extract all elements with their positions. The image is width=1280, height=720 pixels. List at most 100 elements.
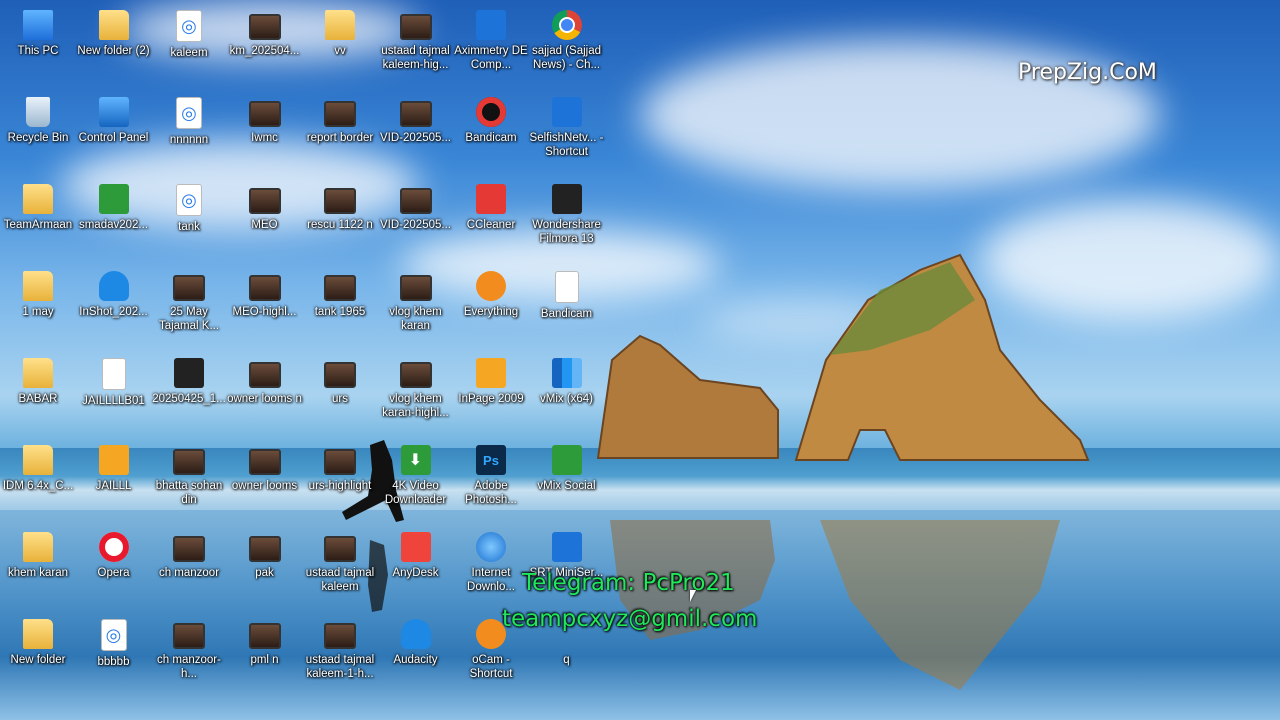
desktop-icon-4k-video[interactable]: ⬇ 4K Video Downloader [378, 439, 454, 507]
desktop-icon-vv[interactable]: vv [302, 4, 378, 58]
desktop-icon-photoshop[interactable]: Ps Adobe Photosh... [453, 439, 529, 507]
desktop-icon-teamarmaan[interactable]: TeamArmaan [0, 178, 76, 232]
desktop-icon-rescu[interactable]: rescu 1122 n [302, 178, 378, 232]
desktop-icon-report-border[interactable]: report border [302, 91, 378, 145]
desktop-icon-audacity[interactable]: Audacity [378, 613, 454, 667]
desktop-icon-babar[interactable]: BABAR [0, 352, 76, 406]
desktop-icon-tank[interactable]: ◎ tank [151, 178, 227, 234]
mouse-cursor-icon [690, 590, 696, 602]
inpage-icon [476, 358, 506, 388]
desktop-icon-recycle-bin[interactable]: Recycle Bin [0, 91, 76, 145]
desktop-icon-ustaad-tajmal-1[interactable]: ustaad tajmal kaleem-1-h... [302, 613, 378, 681]
desktop-icon-label: report border [306, 132, 374, 144]
desktop-icon-label: Recycle Bin [7, 132, 69, 144]
desktop-icon-ch-manzoor[interactable]: ch manzoor [151, 526, 227, 580]
desktop-icon-meo-highl[interactable]: MEO-highl... [227, 265, 303, 319]
desktop-icon-inshot[interactable]: InShot_202... [76, 265, 152, 319]
desktop-icon-vlog-khem[interactable]: vlog khem karan [378, 265, 454, 333]
desktop-icon-pml-n[interactable]: pml n [227, 613, 303, 667]
video-file-icon [173, 623, 205, 649]
anydesk-icon [400, 532, 431, 562]
folder-icon [23, 619, 53, 649]
desktop-icon-ustaad-tajmal[interactable]: ustaad tajmal kaleem-hig... [378, 4, 454, 72]
video-file-icon [324, 101, 356, 127]
desktop-icon-khem-karan[interactable]: khem karan [0, 526, 76, 580]
desktop-icon-this-pc[interactable]: This PC [0, 4, 76, 58]
desktop-icon-25-may[interactable]: 25 May Tajamal K... [151, 265, 227, 333]
desktop-icon-tank-1965[interactable]: tank 1965 [302, 265, 378, 319]
desktop-icon-internet-download[interactable]: Internet Downlo... [453, 526, 529, 594]
desktop-icon-urs[interactable]: urs [302, 352, 378, 406]
desktop-icon-new-folder-2[interactable]: New folder (2) [76, 4, 152, 58]
desktop-icon-jaill[interactable]: JAILLL [76, 439, 152, 493]
desktop-icon-bandicam-file[interactable]: Bandicam [529, 265, 605, 321]
desktop-icon-label: MEO [251, 219, 278, 231]
desktop-icon-aximmetry[interactable]: Aximmetry DE Comp... [453, 4, 529, 72]
desktop-icon-ccleaner[interactable]: CCleaner [453, 178, 529, 232]
desktop-icon-vlog-khem-high[interactable]: vlog khem karan-highl... [378, 352, 454, 420]
ccleaner-icon [476, 184, 506, 214]
desktop-icon-selfishnetv[interactable]: SelfishNetv... - Shortcut [529, 91, 605, 159]
desktop-icon-label: VID-202505... [380, 132, 451, 144]
desktop-icon-label: Control Panel [78, 132, 149, 144]
desktop-icon-label: vMix (x64) [539, 393, 594, 405]
video-file-icon [399, 101, 432, 127]
folder-icon [23, 532, 53, 562]
desktop-icon-urs-highlight[interactable]: urs-highlight [302, 439, 378, 493]
desktop-icon-kaleem[interactable]: ◎ kaleem [151, 4, 227, 60]
desktop-icon-filmora[interactable]: Wondershare Filmora 13 [529, 178, 605, 246]
desktop-icon-jailll[interactable]: JAILLLLB01 [76, 352, 152, 408]
desktop-icon-label: Iwmc [251, 132, 278, 144]
desktop-icon-idm[interactable]: IDM 6.4x_C... [0, 439, 76, 493]
video-file-icon [173, 275, 205, 301]
desktop-icon-smadav[interactable]: smadav202... [76, 178, 152, 232]
video-file-icon [399, 275, 432, 301]
everything-icon [476, 271, 506, 301]
desktop-icon-control-panel[interactable]: Control Panel [76, 91, 152, 145]
desktop-icon-ustaad-tajmal-2[interactable]: ustaad tajmal kaleem [302, 526, 378, 594]
desktop-icon-sajjad-news[interactable]: sajjad (Sajjad News) - Ch... [529, 4, 605, 72]
desktop-icon-vmix[interactable]: vMix (x64) [529, 352, 605, 406]
desktop-icon-label: nnnnnn [169, 134, 209, 146]
desktop-icon-anydesk[interactable]: AnyDesk [378, 526, 454, 580]
video-file-icon [248, 275, 281, 301]
desktop-icon-inpage-2009[interactable]: InPage 2009 [453, 352, 529, 406]
aximmetry-icon [476, 10, 506, 40]
folder-icon [23, 445, 53, 475]
desktop-icon-1-may[interactable]: 1 may [0, 265, 76, 319]
desktop-icon-owner-looms-2[interactable]: owner looms [227, 439, 303, 493]
desktop-icon-label: JAILLLLB01 [82, 395, 145, 407]
desktop-icon-vid-202505-b[interactable]: VID-202505... [378, 178, 454, 232]
desktop-icon-label: Bandicam [540, 308, 593, 320]
headphones-icon [98, 271, 129, 301]
desktop-icon-vmix-social[interactable]: vMix Social [529, 439, 605, 493]
desktop-icon-vid-202505-a[interactable]: VID-202505... [378, 91, 454, 145]
desktop-icon-bbbbb[interactable]: ◎ bbbbb [76, 613, 152, 669]
desktop-icon-bhatta-sohan[interactable]: bhatta sohan din [151, 439, 227, 507]
desktop-icon-ch-manzoor-h[interactable]: ch manzoor-h... [151, 613, 227, 681]
email-overlay: teampcxyz@gmil.com [502, 606, 758, 632]
desktop-icon-everything[interactable]: Everything [453, 265, 529, 319]
desktop-icon-label: smadav202... [78, 219, 149, 231]
video-file-icon [399, 188, 432, 214]
video-file-icon [324, 188, 356, 214]
desktop-icon-nnnnnn[interactable]: ◎ nnnnnn [151, 91, 227, 147]
desktop-icon-pak[interactable]: pak [227, 526, 303, 580]
desktop-icon-new-folder[interactable]: New folder [0, 613, 76, 667]
desktop-icon-label: Aximmetry DE Comp... [454, 45, 528, 71]
desktop-icon-meo[interactable]: MEO [227, 178, 303, 232]
srt-icon [551, 532, 582, 562]
desktop-icon-label: 4K Video Downloader [384, 480, 447, 506]
desktop-icon-label: JAILLL [95, 480, 132, 492]
desktop-icon-label: ch manzoor-h... [157, 654, 221, 680]
desktop-icon-km-202504[interactable]: km_202504... [227, 4, 303, 58]
desktop-icon-bandicam[interactable]: Bandicam [453, 91, 529, 145]
desktop-icon-owner-looms[interactable]: owner looms n [227, 352, 303, 406]
desktop-icon-20250425[interactable]: 20250425_1... [151, 352, 227, 406]
desktop-icon-label: New folder (2) [77, 45, 150, 57]
desktop-icon-label: bhatta sohan din [155, 480, 223, 506]
folder-icon [23, 271, 53, 301]
desktop-icon-label: oCam - Shortcut [469, 654, 513, 680]
desktop-icon-iwmc[interactable]: Iwmc [227, 91, 303, 145]
desktop-icon-opera[interactable]: Opera [76, 526, 152, 580]
